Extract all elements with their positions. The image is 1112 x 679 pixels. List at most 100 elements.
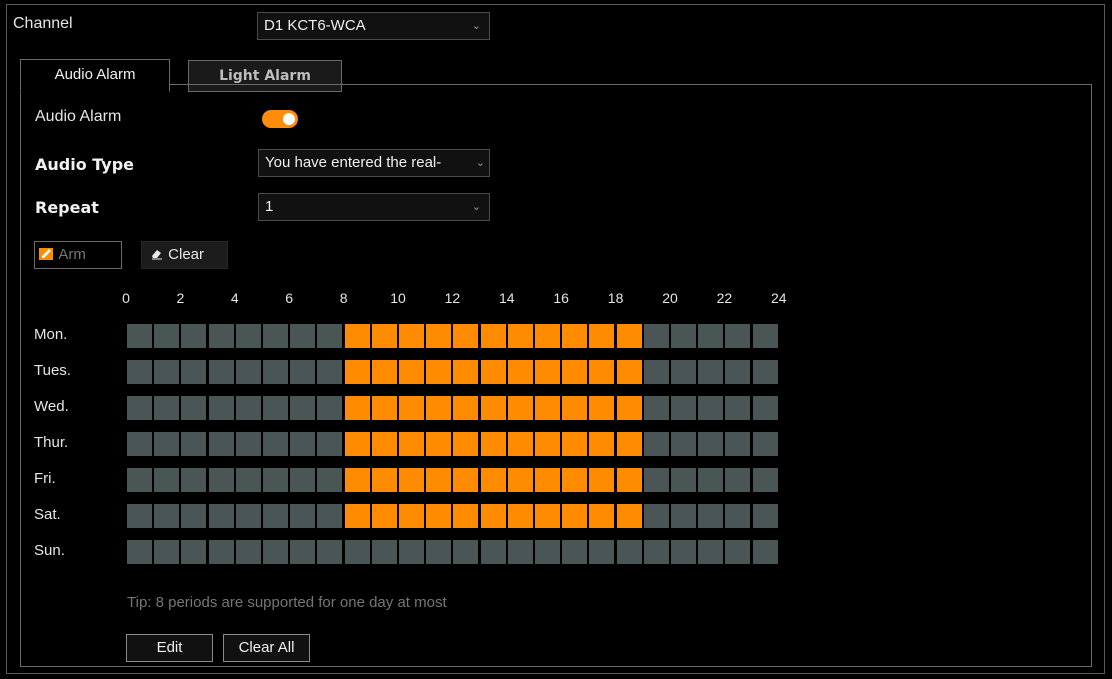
schedule-cell[interactable] (698, 504, 723, 528)
schedule-cell[interactable] (753, 396, 778, 420)
schedule-cell[interactable] (345, 396, 370, 420)
schedule-cell[interactable] (372, 540, 397, 564)
schedule-cell[interactable] (426, 360, 451, 384)
audio-type-select[interactable]: You have entered the real- ⌄ (258, 149, 490, 177)
schedule-cell[interactable] (589, 468, 614, 492)
schedule-cell[interactable] (290, 324, 315, 348)
schedule-cell[interactable] (481, 468, 506, 492)
schedule-cell[interactable] (154, 540, 179, 564)
schedule-cell[interactable] (562, 360, 587, 384)
schedule-cell[interactable] (127, 504, 152, 528)
schedule-cell[interactable] (453, 432, 478, 456)
schedule-cell[interactable] (209, 504, 234, 528)
schedule-cell[interactable] (372, 432, 397, 456)
schedule-cell[interactable] (508, 360, 533, 384)
schedule-cell[interactable] (644, 540, 669, 564)
schedule-cell[interactable] (426, 324, 451, 348)
schedule-cell[interactable] (671, 504, 696, 528)
schedule-cell[interactable] (562, 432, 587, 456)
schedule-cell[interactable] (372, 504, 397, 528)
schedule-cell[interactable] (263, 468, 288, 492)
repeat-select[interactable]: 1 ⌄ (258, 193, 490, 221)
schedule-cell[interactable] (345, 360, 370, 384)
schedule-cell[interactable] (535, 504, 560, 528)
schedule-cell[interactable] (127, 468, 152, 492)
schedule-cell[interactable] (236, 432, 261, 456)
schedule-cell[interactable] (236, 468, 261, 492)
schedule-cell[interactable] (589, 540, 614, 564)
schedule-cell[interactable] (236, 540, 261, 564)
schedule-cell[interactable] (426, 396, 451, 420)
schedule-cell[interactable] (317, 468, 342, 492)
schedule-cell[interactable] (508, 432, 533, 456)
schedule-cell[interactable] (562, 396, 587, 420)
schedule-cell[interactable] (399, 324, 424, 348)
schedule-cell[interactable] (209, 432, 234, 456)
arm-button[interactable]: Arm (34, 241, 122, 269)
schedule-cell[interactable] (753, 468, 778, 492)
schedule-cell[interactable] (589, 432, 614, 456)
schedule-cell[interactable] (154, 468, 179, 492)
schedule-cell[interactable] (345, 324, 370, 348)
schedule-cell[interactable] (508, 504, 533, 528)
schedule-cell[interactable] (589, 504, 614, 528)
schedule-cell[interactable] (617, 396, 642, 420)
schedule-cell[interactable] (181, 468, 206, 492)
schedule-cell[interactable] (644, 360, 669, 384)
schedule-cell[interactable] (725, 468, 750, 492)
schedule-cell[interactable] (263, 432, 288, 456)
schedule-cell[interactable] (481, 504, 506, 528)
schedule-cell[interactable] (263, 540, 288, 564)
schedule-cell[interactable] (181, 324, 206, 348)
schedule-cell[interactable] (617, 432, 642, 456)
edit-button[interactable]: Edit (126, 634, 213, 662)
schedule-cell[interactable] (290, 540, 315, 564)
schedule-cell[interactable] (426, 468, 451, 492)
schedule-cell[interactable] (317, 324, 342, 348)
schedule-cell[interactable] (127, 540, 152, 564)
schedule-cell[interactable] (617, 468, 642, 492)
schedule-cell[interactable] (725, 324, 750, 348)
schedule-cell[interactable] (263, 360, 288, 384)
schedule-cell[interactable] (725, 504, 750, 528)
schedule-cell[interactable] (535, 540, 560, 564)
schedule-cell[interactable] (562, 468, 587, 492)
schedule-cell[interactable] (753, 324, 778, 348)
schedule-cell[interactable] (399, 360, 424, 384)
schedule-cell[interactable] (236, 360, 261, 384)
schedule-cell[interactable] (263, 504, 288, 528)
schedule-cell[interactable] (589, 324, 614, 348)
schedule-cell[interactable] (535, 360, 560, 384)
schedule-cell[interactable] (508, 468, 533, 492)
schedule-cell[interactable] (426, 432, 451, 456)
schedule-cell[interactable] (617, 324, 642, 348)
schedule-cell[interactable] (290, 360, 315, 384)
schedule-cell[interactable] (698, 468, 723, 492)
schedule-cell[interactable] (372, 396, 397, 420)
schedule-cell[interactable] (236, 396, 261, 420)
schedule-cell[interactable] (426, 504, 451, 528)
schedule-cell[interactable] (399, 504, 424, 528)
schedule-cell[interactable] (698, 396, 723, 420)
schedule-cell[interactable] (181, 540, 206, 564)
schedule-cell[interactable] (209, 324, 234, 348)
schedule-cell[interactable] (508, 324, 533, 348)
schedule-cell[interactable] (671, 396, 696, 420)
schedule-cell[interactable] (589, 360, 614, 384)
schedule-cell[interactable] (671, 468, 696, 492)
clear-button[interactable]: Clear (141, 241, 228, 269)
schedule-cell[interactable] (154, 360, 179, 384)
schedule-cell[interactable] (453, 540, 478, 564)
schedule-cell[interactable] (562, 504, 587, 528)
schedule-cell[interactable] (481, 540, 506, 564)
schedule-cell[interactable] (317, 360, 342, 384)
schedule-cell[interactable] (372, 468, 397, 492)
schedule-cell[interactable] (317, 504, 342, 528)
schedule-cell[interactable] (154, 324, 179, 348)
schedule-cell[interactable] (453, 360, 478, 384)
schedule-cell[interactable] (399, 396, 424, 420)
audio-alarm-toggle[interactable] (262, 110, 298, 128)
schedule-cell[interactable] (535, 324, 560, 348)
schedule-cell[interactable] (453, 468, 478, 492)
schedule-cell[interactable] (644, 324, 669, 348)
